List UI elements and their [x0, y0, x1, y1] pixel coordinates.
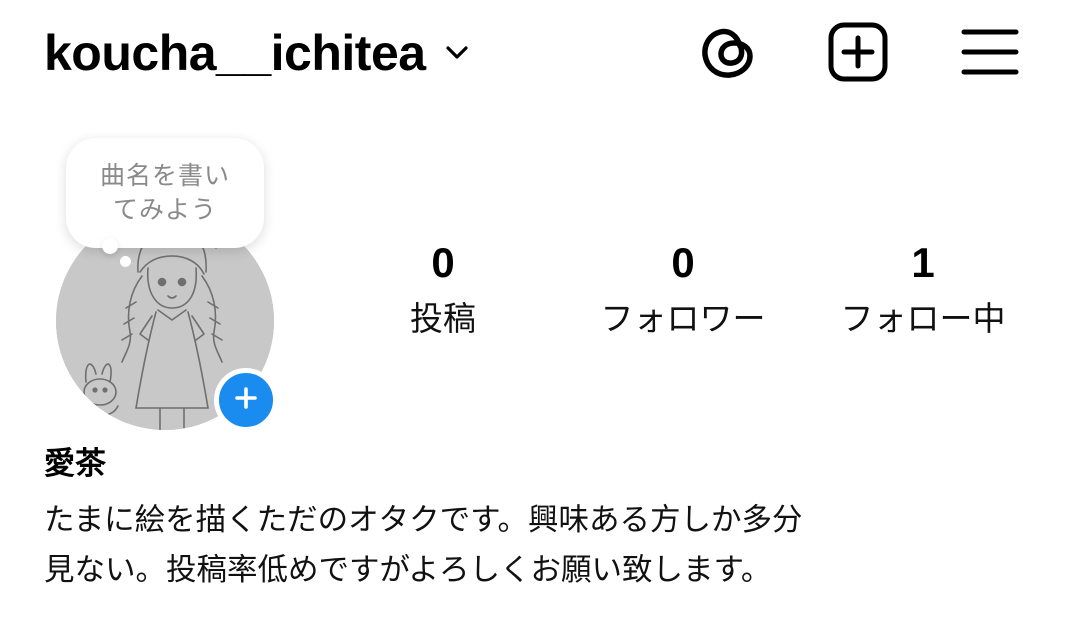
add-story-button[interactable]: [214, 368, 278, 432]
menu-button[interactable]: [958, 22, 1022, 86]
followers-label: フォロワー: [600, 299, 766, 338]
posts-label: 投稿: [410, 299, 476, 338]
threads-icon: [699, 23, 757, 85]
chevron-down-icon: [444, 40, 470, 66]
plus-square-icon: [827, 21, 889, 87]
posts-count: 0: [431, 239, 455, 286]
note-text-line: てみよう: [112, 195, 217, 224]
following-count: 1: [911, 239, 935, 286]
note-bubble-tail: [102, 238, 118, 254]
plus-icon: [233, 385, 259, 415]
display-name: 愛茶: [44, 446, 106, 482]
bio: たまに絵を描くただのオタクです。興味ある方しか多分 見ない。投稿率低めですがよろ…: [44, 496, 1044, 596]
posts-stat[interactable]: 0 投稿: [333, 238, 553, 344]
following-stat[interactable]: 1 フォロー中: [813, 238, 1033, 344]
bio-line: たまに絵を描くただのオタクです。興味ある方しか多分: [44, 503, 803, 538]
followers-stat[interactable]: 0 フォロワー: [573, 238, 793, 344]
following-label: フォロー中: [840, 299, 1006, 338]
username: koucha__ichitea: [44, 25, 426, 81]
threads-button[interactable]: [696, 22, 760, 86]
note-bubble[interactable]: 曲名を書い てみよう: [66, 138, 264, 248]
followers-count: 0: [671, 239, 695, 286]
note-text-line: 曲名を書い: [99, 161, 230, 190]
account-switcher[interactable]: koucha__ichitea: [44, 18, 470, 88]
create-button[interactable]: [826, 22, 890, 86]
profile-header: koucha__ichitea: [0, 0, 1080, 110]
hamburger-menu-icon: [961, 26, 1019, 82]
note-bubble-tail: [120, 256, 131, 267]
bio-line: 見ない。投稿率低めですがよろしくお願い致します。: [44, 553, 772, 588]
